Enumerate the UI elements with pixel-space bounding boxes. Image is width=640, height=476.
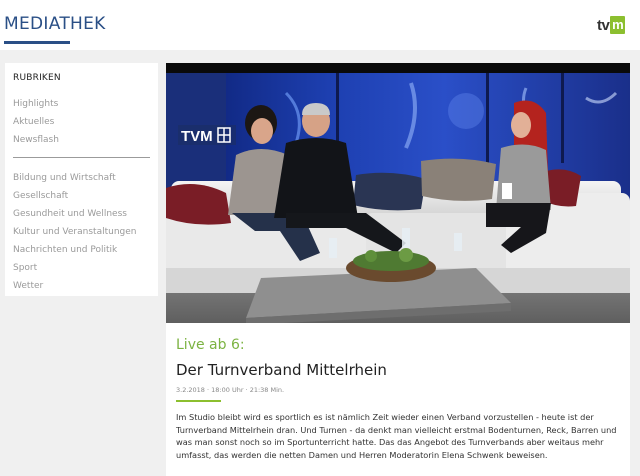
logo-text: tv bbox=[597, 16, 610, 34]
title-underline bbox=[4, 41, 70, 44]
sidebar-item-sport[interactable]: Sport bbox=[13, 263, 37, 273]
article-meta: 3.2.2018 · 18:00 Uhr · 21:38 Min. bbox=[176, 386, 285, 394]
studio-logo: TVM bbox=[181, 128, 213, 145]
sidebar-item-aktuelles[interactable]: Aktuelles bbox=[13, 117, 54, 127]
sidebar-item-gesundheit-und-wellness[interactable]: Gesundheit und Wellness bbox=[13, 209, 127, 219]
video-player[interactable]: TVM bbox=[166, 63, 630, 323]
sidebar-item-nachrichten-und-politik[interactable]: Nachrichten und Politik bbox=[13, 245, 117, 255]
article-panel: Live ab 6: Der Turnverband Mittelrhein 3… bbox=[166, 323, 630, 476]
page-title: MEDIATHEK bbox=[4, 14, 106, 34]
article-title: Der Turnverband Mittelrhein bbox=[176, 361, 387, 379]
sidebar-item-bildung-und-wirtschaft[interactable]: Bildung und Wirtschaft bbox=[13, 173, 116, 183]
sidebar-divider bbox=[13, 157, 150, 158]
header: MEDIATHEK tv m bbox=[0, 0, 640, 50]
sidebar-item-wetter[interactable]: Wetter bbox=[13, 281, 43, 291]
sidebar: RUBRIKEN Highlights Aktuelles Newsflash … bbox=[5, 63, 158, 296]
video-frame: TVM bbox=[166, 63, 630, 323]
sidebar-item-newsflash[interactable]: Newsflash bbox=[13, 135, 59, 145]
logo-mark: m bbox=[610, 16, 626, 34]
sidebar-item-gesellschaft[interactable]: Gesellschaft bbox=[13, 191, 68, 201]
sidebar-item-kultur-und-veranstaltungen[interactable]: Kultur und Veranstaltungen bbox=[13, 227, 136, 237]
title-accent-bar bbox=[176, 400, 221, 402]
live-label: Live ab 6: bbox=[176, 337, 245, 353]
sidebar-heading: RUBRIKEN bbox=[13, 73, 61, 83]
article-description: Im Studio bleibt wird es sportlich es is… bbox=[176, 412, 617, 461]
tvm-logo[interactable]: tv m bbox=[597, 14, 628, 36]
sidebar-item-highlights[interactable]: Highlights bbox=[13, 99, 58, 109]
